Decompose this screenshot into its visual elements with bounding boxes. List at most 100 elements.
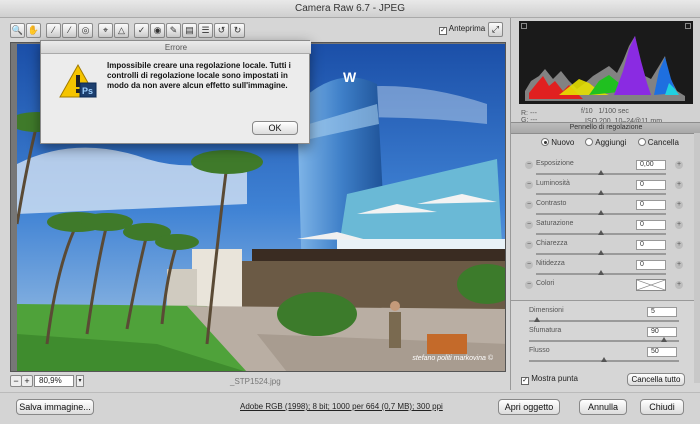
feather-field[interactable]: 90 [647, 327, 677, 337]
zoom-dropdown-icon[interactable]: ▾ [76, 375, 84, 387]
plus-icon[interactable]: + [675, 201, 683, 209]
minus-icon[interactable]: − [525, 261, 533, 269]
param-exposure: − Esposizione 0,00 + [519, 160, 695, 180]
slider-thumb[interactable] [598, 170, 604, 175]
mode-new-label: Nuovo [551, 138, 575, 147]
save-image-button[interactable]: Salva immagine... [16, 399, 94, 415]
panel-scrollbar[interactable] [694, 133, 700, 383]
flow-slider[interactable] [529, 357, 679, 362]
dialog-title: Errore [41, 41, 311, 54]
color-swatch[interactable] [636, 279, 666, 291]
sharpness-field[interactable]: 0 [636, 260, 666, 270]
preview-checkbox[interactable]: ✓ Anteprima [439, 24, 485, 35]
plus-icon[interactable]: + [675, 241, 683, 249]
slider-thumb[interactable] [533, 317, 540, 322]
minus-icon[interactable]: − [525, 201, 533, 209]
shadow-clipping-icon[interactable] [521, 23, 527, 29]
slider-thumb[interactable] [598, 190, 604, 195]
brush-flow: Flusso 50 [519, 347, 695, 367]
zoom-level-select[interactable]: 80,9% [34, 375, 74, 387]
brush-feather: Sfumatura 90 [519, 327, 695, 347]
fullscreen-toggle-icon[interactable]: ⤢ [488, 22, 503, 37]
window-title: Camera Raw 6.7 - JPEG [0, 0, 700, 18]
show-pins-label: Mostra punta [531, 374, 578, 383]
brush-size: Dimensioni 5 [519, 307, 695, 327]
open-object-button[interactable]: Apri oggetto [498, 399, 560, 415]
plus-icon[interactable]: + [675, 221, 683, 229]
svg-text:W: W [343, 69, 357, 85]
mode-add-radio[interactable] [585, 138, 594, 146]
white-balance-icon[interactable]: ⁄ [46, 23, 61, 38]
rotate-ccw-icon[interactable]: ↺ [214, 23, 229, 38]
preferences-icon[interactable]: ☰ [198, 23, 213, 38]
straighten-icon[interactable]: △ [114, 23, 129, 38]
contrast-field[interactable]: 0 [636, 200, 666, 210]
spot-removal-icon[interactable]: ✓ [134, 23, 149, 38]
slider-thumb[interactable] [598, 250, 604, 255]
feather-slider[interactable] [529, 337, 679, 342]
crop-icon[interactable]: ⌖ [98, 23, 113, 38]
sharpness-slider[interactable] [536, 270, 666, 275]
plus-icon[interactable]: + [675, 261, 683, 269]
done-button[interactable]: Chiudi [640, 399, 684, 415]
target-adjust-icon[interactable]: ◎ [78, 23, 93, 38]
exposure-slider[interactable] [536, 170, 666, 175]
red-eye-icon[interactable]: ◉ [150, 23, 165, 38]
slider-thumb[interactable] [598, 210, 604, 215]
slider-thumb[interactable] [598, 270, 604, 275]
size-field[interactable]: 5 [647, 307, 677, 317]
plus-icon[interactable]: + [675, 161, 683, 169]
minus-icon[interactable]: − [525, 281, 533, 289]
mode-new-radio[interactable] [541, 138, 549, 146]
highlight-clipping-icon[interactable] [685, 23, 691, 29]
clarity-slider[interactable] [536, 250, 666, 255]
contrast-slider[interactable] [536, 210, 666, 215]
zoom-icon[interactable]: 🔍 [10, 23, 25, 38]
cancel-button[interactable]: Annulla [579, 399, 627, 415]
show-pins-checkbox[interactable]: ✓ Mostra punta [521, 374, 578, 385]
mode-erase-radio[interactable] [637, 138, 646, 146]
zoom-bar: − + 80,9% ▾ _STP1524.jpg [10, 374, 506, 388]
brightness-slider[interactable] [536, 190, 666, 195]
color-sampler-icon[interactable]: ⁄ [62, 23, 77, 38]
plus-icon[interactable]: + [675, 281, 683, 289]
minus-icon[interactable]: − [525, 241, 533, 249]
slider-thumb[interactable] [661, 337, 667, 342]
size-slider[interactable] [529, 317, 679, 322]
plus-icon[interactable]: + [675, 181, 683, 189]
histogram [519, 21, 693, 104]
right-panel: R: --- G: --- f/10 1/100 sec ISO 200 10–… [510, 18, 700, 390]
graduated-filter-icon[interactable]: ▤ [182, 23, 197, 38]
clear-all-button[interactable]: Cancella tutto [627, 373, 685, 386]
slider-thumb[interactable] [598, 230, 604, 235]
ok-button[interactable]: OK [252, 121, 298, 135]
adjustment-brush-icon[interactable]: ✎ [166, 23, 181, 38]
clarity-field[interactable]: 0 [636, 240, 666, 250]
mode-erase-label: Cancella [647, 138, 679, 147]
param-sharpness: − Nitidezza 0 + [519, 260, 695, 280]
param-contrast: − Contrasto 0 + [519, 200, 695, 220]
saturation-field[interactable]: 0 [636, 220, 666, 230]
show-pins-check-box[interactable]: ✓ [521, 377, 529, 385]
minus-icon[interactable]: − [525, 181, 533, 189]
brightness-field[interactable]: 0 [636, 180, 666, 190]
brush-section: Dimensioni 5 Sfumatura 90 Flusso 50 ✓ Mo… [511, 300, 700, 390]
hand-icon[interactable]: ✋ [26, 23, 41, 38]
photo-credit: stefano politi markovina © [412, 355, 493, 362]
slider-thumb[interactable] [601, 357, 607, 362]
image-filename: _STP1524.jpg [230, 377, 281, 386]
param-brightness: − Luminosità 0 + [519, 180, 695, 200]
saturation-slider[interactable] [536, 230, 666, 235]
rotate-cw-icon[interactable]: ↻ [230, 23, 245, 38]
workflow-options-link[interactable]: Adobe RGB (1998); 8 bit; 1000 per 664 (0… [240, 402, 443, 411]
dialog-message: Impossibile creare una regolazione local… [107, 61, 291, 90]
minus-icon[interactable]: − [525, 221, 533, 229]
flow-field[interactable]: 50 [647, 347, 677, 357]
zoom-in-icon[interactable]: + [21, 375, 33, 387]
exposure-field[interactable]: 0,00 [636, 160, 666, 170]
warning-icon: Ps [59, 63, 97, 98]
preview-label: Anteprima [448, 24, 486, 33]
preview-check-box[interactable]: ✓ [439, 27, 447, 35]
bottom-bar: Salva immagine... Adobe RGB (1998); 8 bi… [0, 392, 700, 424]
minus-icon[interactable]: − [525, 161, 533, 169]
